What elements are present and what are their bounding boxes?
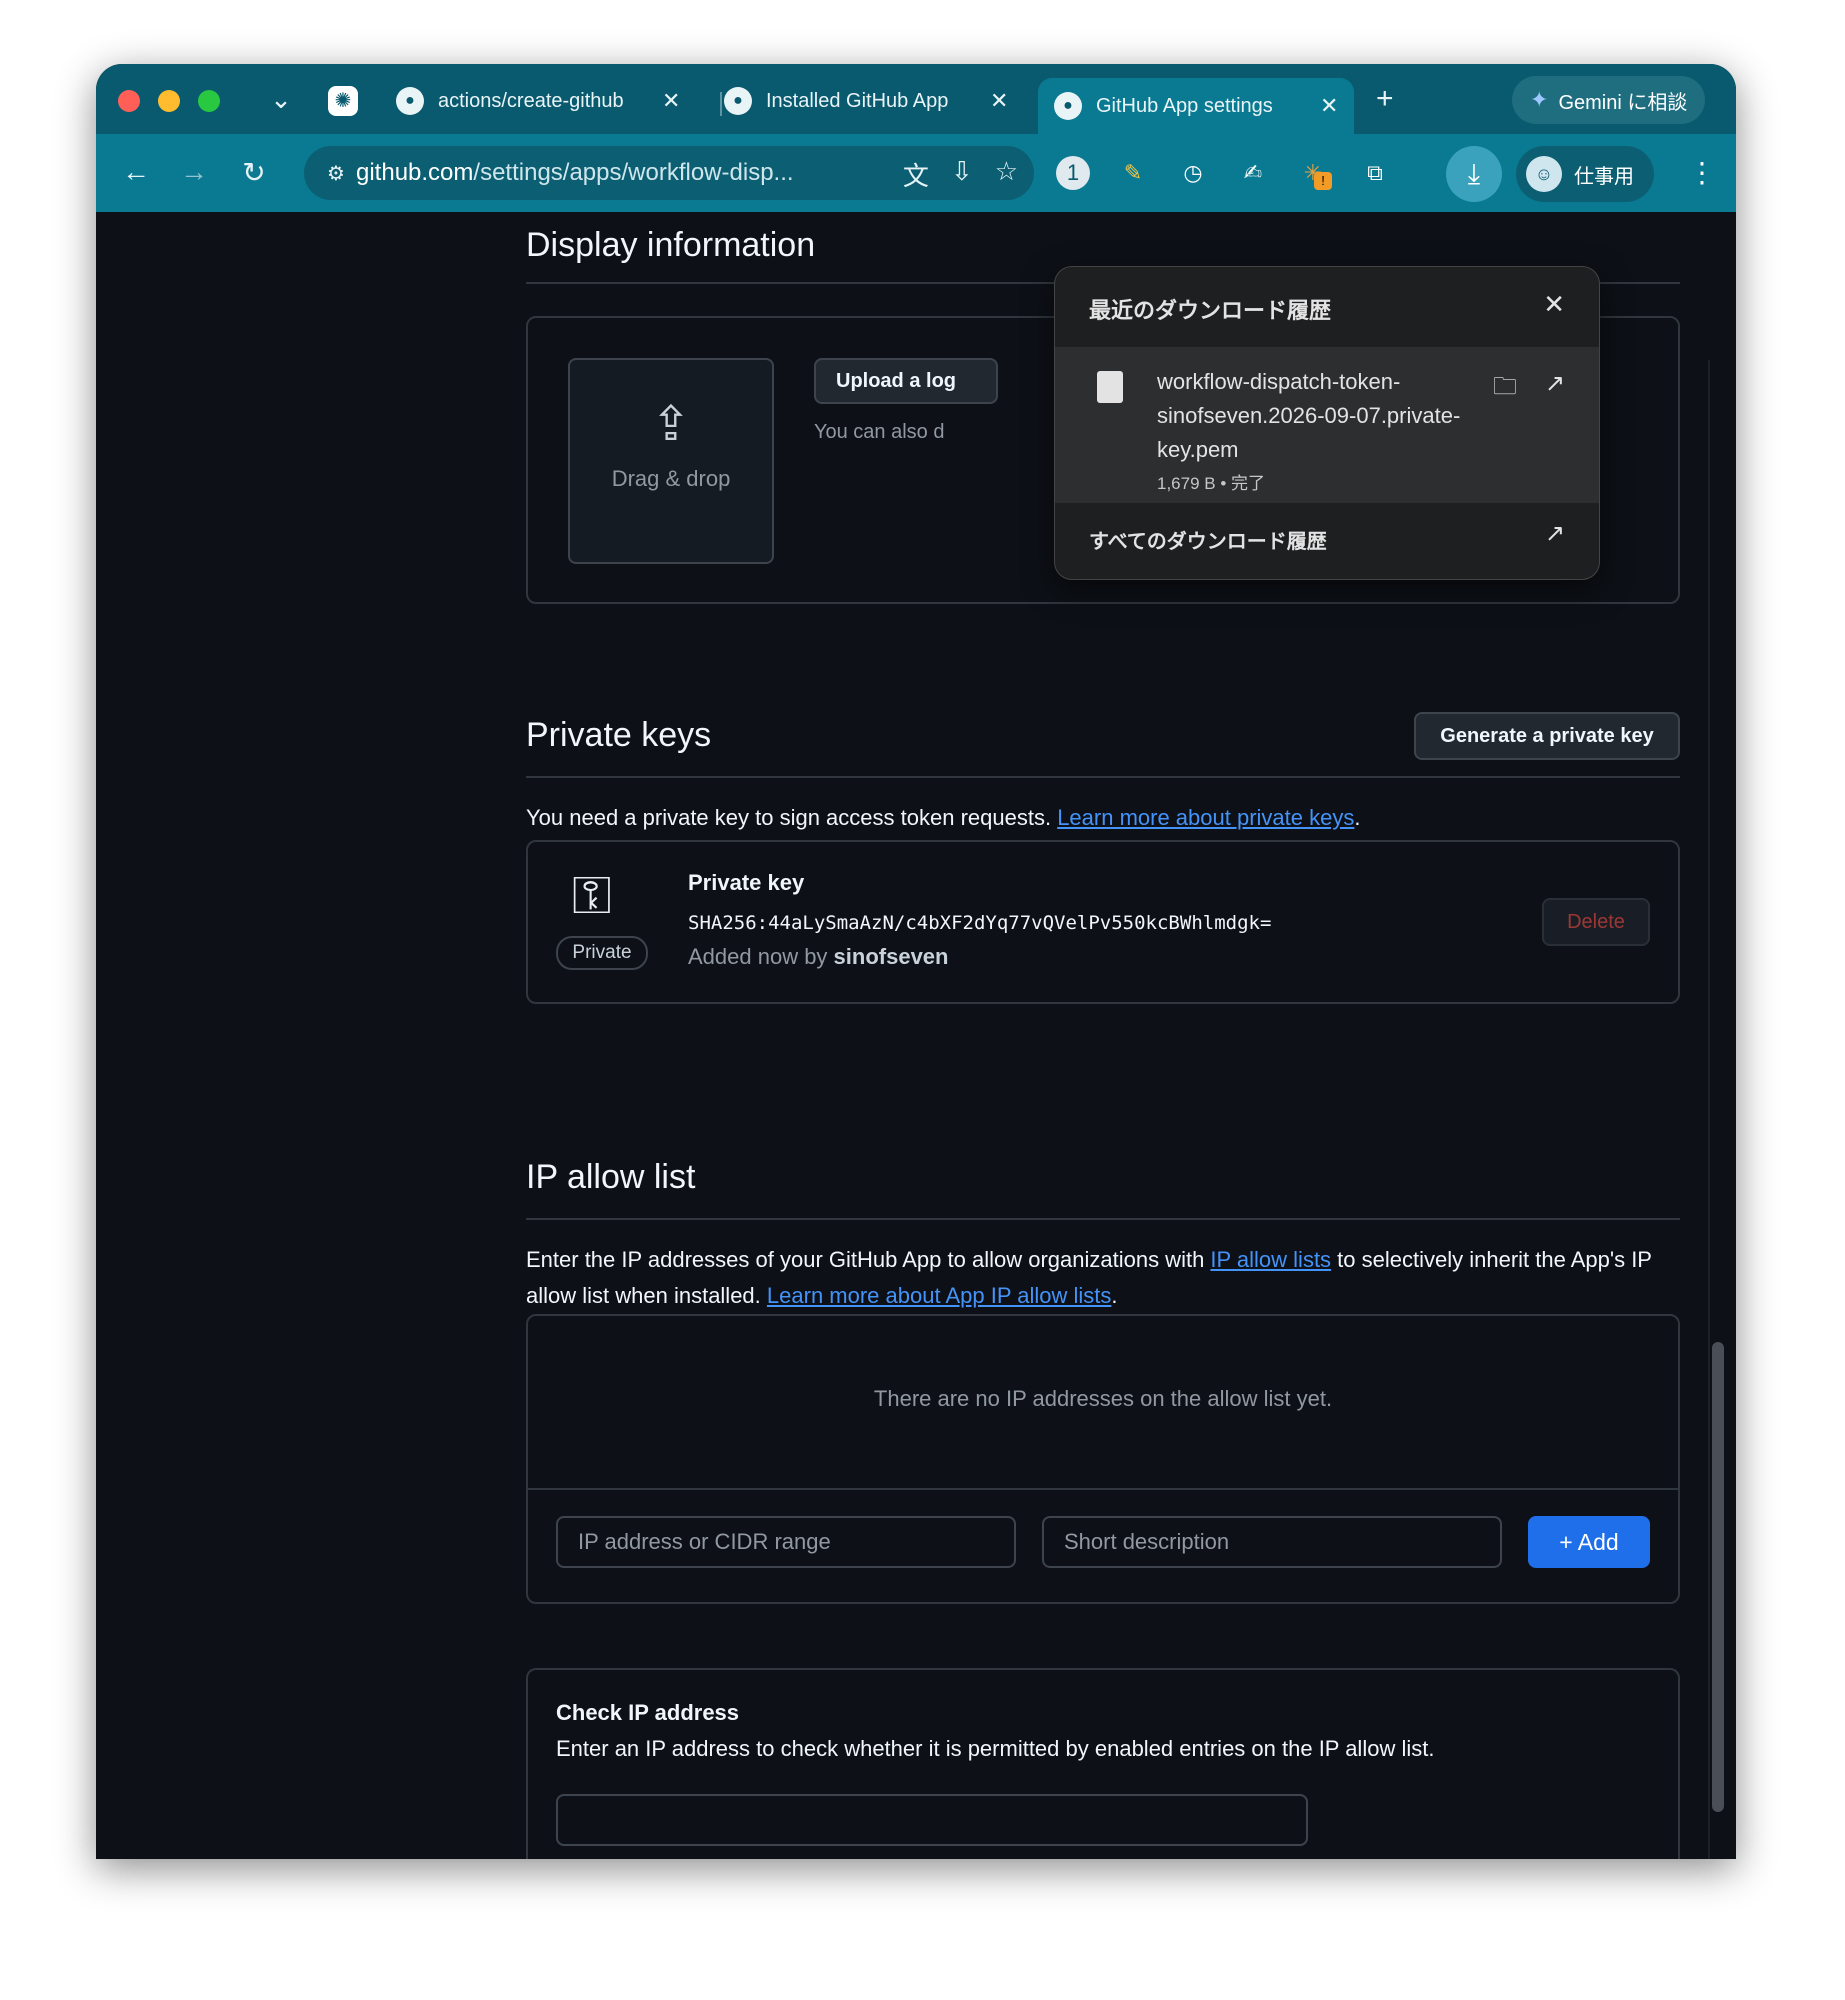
url-text[interactable]: github.com/settings/apps/workflow-disp..… [356,159,794,187]
check-ip-description: Enter an IP address to check whether it … [556,1736,1435,1761]
delete-key-button[interactable]: Delete [1542,898,1650,946]
minimize-window-button[interactable] [158,90,180,112]
tab-label: GitHub App settings [1096,94,1273,117]
downloads-title: 最近のダウンロード履歴 [1089,298,1332,323]
check-ip-title: Check IP address [556,1700,740,1725]
tab-create-github[interactable]: ● actions/create-github ✕ [396,78,680,124]
gemini-spark-icon: ✦ [1530,87,1549,112]
github-icon: ● [1054,92,1082,120]
display-info-heading: Display information [526,226,816,264]
password-manager-extension-icon[interactable]: 1 [1056,156,1090,190]
bookmark-star-icon[interactable]: ☆ [995,156,1018,193]
claude-extension-icon[interactable]: ✳ ! [1296,156,1332,190]
close-window-button[interactable] [118,90,140,112]
generate-private-key-button[interactable]: Generate a private key [1414,712,1680,760]
ip-allow-lists-link[interactable]: IP allow lists [1210,1247,1331,1272]
downloads-popup: 最近のダウンロード履歴 ✕ workflow-dispatch-token-si… [1054,266,1600,580]
learn-more-private-keys-link[interactable]: Learn more about private keys [1057,805,1354,830]
close-icon[interactable]: ✕ [1543,289,1565,320]
forward-arrow-icon[interactable]: → [174,156,214,188]
add-ip-button[interactable]: + Add [1528,1516,1650,1568]
key-icon: ⚿ [572,867,612,925]
ip-address-input[interactable]: IP address or CIDR range [556,1516,1016,1568]
install-app-icon[interactable]: ⇩ [951,156,973,193]
gemini-button[interactable]: ✦ Gemini に相談 [1512,76,1706,124]
ip-allow-list-description: Enter the IP addresses of your GitHub Ap… [526,1247,1652,1308]
private-badge: Private [556,936,648,970]
new-tab-button[interactable]: + [1376,82,1394,116]
more-menu-icon[interactable]: ⋮ [1688,156,1716,189]
ip-list-empty-text: There are no IP addresses on the allow l… [873,1386,1333,1411]
maximize-window-button[interactable] [198,90,220,112]
upload-hint-text: You can also d [814,421,945,443]
ip-allow-list-box: There are no IP addresses on the allow l… [526,1314,1680,1604]
browser-toolbar: ← → ↻ ⚙ github.com/settings/apps/workflo… [96,134,1736,212]
check-ip-box: Check IP address Enter an IP address to … [526,1668,1680,1859]
tab-divider [720,92,722,116]
scrollbar-thumb[interactable] [1712,1342,1724,1812]
ip-allow-list-heading: IP allow list [526,1158,696,1196]
file-icon [1097,371,1123,403]
close-tab-icon[interactable]: ✕ [662,88,680,114]
github-icon: ● [724,87,752,115]
download-item[interactable]: workflow-dispatch-token-sinofseven.2026-… [1055,347,1599,503]
open-external-icon[interactable]: ↗ [1545,519,1565,548]
reload-icon[interactable]: ↻ [234,156,274,189]
show-in-folder-icon[interactable]: 🗀 [1493,369,1517,410]
notes-extension-icon[interactable]: ✍ [1236,156,1270,190]
scroll-track [1708,360,1710,1859]
back-arrow-icon[interactable]: ← [116,156,156,188]
upload-arrow-icon: ⇪ [650,398,692,451]
tab-installed-github-app[interactable]: ● Installed GitHub App ✕ [724,78,1008,124]
download-file-name: workflow-dispatch-token-sinofseven.2026-… [1157,369,1461,462]
close-tab-icon[interactable]: ✕ [1320,93,1338,119]
divider [526,1218,1680,1220]
tab-label: Installed GitHub App [766,89,949,112]
private-keys-description: You need a private key to sign access to… [526,805,1361,830]
site-settings-icon[interactable]: ⚙ [316,161,356,186]
download-file-meta: 1,679 B • 完了 [1157,474,1266,493]
extensions-puzzle-icon[interactable]: ⧉ [1358,156,1392,190]
key-added-by: Added now by sinofseven [688,944,949,969]
open-external-icon[interactable]: ↗ [1545,369,1565,410]
avatar: ☺ [1526,156,1562,192]
extension-warning-badge: ! [1314,172,1332,190]
key-fingerprint: SHA256:44aLySmaAzN/c4bXF2dYq77vQVelPv550… [688,912,1272,934]
logo-drop-zone[interactable]: ⇪ Drag & drop [568,358,774,564]
divider [528,1488,1678,1490]
gemini-label: Gemini に相談 [1558,91,1688,114]
upload-logo-button[interactable]: Upload a log [814,358,998,404]
chatgpt-pinned-tab-icon[interactable]: ✺ [328,86,358,116]
tab-strip: ⌄ ✺ ● actions/create-github ✕ ● Installe… [96,64,1736,134]
github-icon: ● [396,87,424,115]
browser-window: ⌄ ✺ ● actions/create-github ✕ ● Installe… [96,64,1736,1859]
private-keys-heading: Private keys [526,716,712,754]
all-downloads-link[interactable]: すべてのダウンロード履歴 [1089,525,1327,554]
close-tab-icon[interactable]: ✕ [990,88,1008,114]
private-key-title: Private key [688,870,805,895]
short-description-input[interactable]: Short description [1042,1516,1502,1568]
divider [526,776,1680,778]
downloads-button[interactable]: ⤓ [1446,146,1502,202]
address-bar[interactable]: ⚙ github.com/settings/apps/workflow-disp… [304,146,1034,200]
profile-label: 仕事用 [1574,165,1634,188]
translate-icon[interactable]: 文 [903,156,929,193]
learn-more-ip-allow-link[interactable]: Learn more about App IP allow lists [767,1283,1111,1308]
tab-search-chevron-icon[interactable]: ⌄ [264,82,298,116]
timer-extension-icon[interactable]: ◷ [1176,156,1210,190]
profile-button[interactable]: ☺ 仕事用 [1516,146,1654,202]
key-extension-icon[interactable]: ✎ [1116,156,1150,190]
tab-label: actions/create-github [438,89,624,112]
drag-drop-label: Drag & drop [611,466,731,491]
check-ip-input[interactable] [556,1794,1308,1846]
tab-github-app-settings[interactable]: ● GitHub App settings ✕ [1038,78,1355,134]
private-key-item: ⚿ Private Private key SHA256:44aLySmaAzN… [526,840,1680,1004]
